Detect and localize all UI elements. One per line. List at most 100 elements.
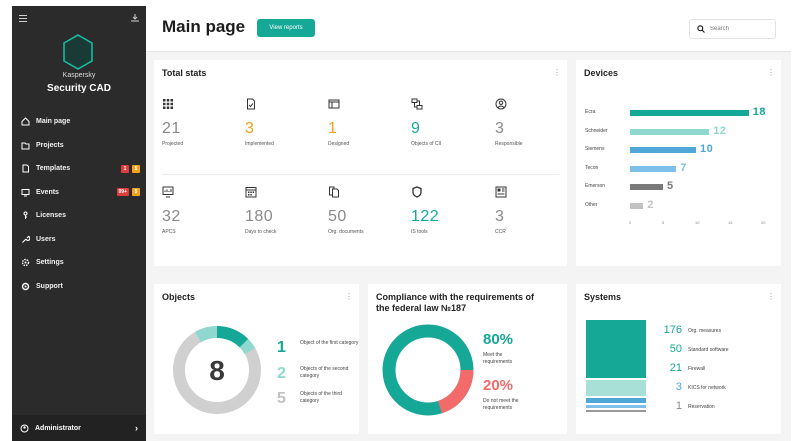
monitor-chart-icon <box>162 186 174 198</box>
stat-objects-cii: 9 Objects of CII <box>411 98 481 147</box>
sidebar-item-label: Support <box>36 282 63 290</box>
device-value: 5 <box>667 180 674 192</box>
device-bar <box>630 128 710 135</box>
gear-icon <box>20 258 30 268</box>
not-meet-label: Do not meet the requirements <box>483 398 519 411</box>
stat-value: 3 <box>245 120 255 137</box>
page-title: Main page <box>162 17 246 36</box>
key-icon <box>20 211 30 221</box>
more-options-icon[interactable]: ⋮ <box>345 292 353 301</box>
user-menu[interactable]: Administrator › <box>12 415 146 441</box>
legend-value: 1 <box>277 339 286 356</box>
system-value: 1 <box>675 400 682 412</box>
stat-value: 3 <box>495 208 505 225</box>
device-bar <box>630 202 644 209</box>
device-bar <box>630 147 696 153</box>
search-input[interactable] <box>710 26 770 32</box>
stat-apcs: 32 APCS <box>162 186 232 235</box>
total-stats-title: Total stats <box>162 68 207 78</box>
more-options-icon[interactable]: ⋮ <box>553 68 561 77</box>
objects-title: Objects <box>162 292 196 302</box>
axis-tick: 10 <box>695 220 700 225</box>
meet-label: Meet the requirements <box>483 352 513 365</box>
system-label: Firewall <box>688 366 706 372</box>
sidebar-item-projects[interactable]: Projects <box>12 134 146 158</box>
sidebar-item-templates[interactable]: Templates 1 5 <box>12 157 146 181</box>
support-icon <box>20 281 30 291</box>
sidebar-item-events[interactable]: Events 99+ 5 <box>12 181 146 205</box>
legend-label: Objects of the third category <box>300 391 342 404</box>
sidebar-item-label: Users <box>36 235 56 243</box>
sidebar-item-label: Settings <box>36 259 64 267</box>
stat-label: Org. documents <box>328 229 364 235</box>
view-reports-button[interactable]: View reports <box>257 19 315 37</box>
network-icon <box>411 98 423 110</box>
stat-value: 21 <box>162 120 181 137</box>
sidebar-top-bar <box>12 6 146 32</box>
objects-total: 8 <box>209 355 225 386</box>
sidebar-item-main-page[interactable]: Main page <box>12 110 146 134</box>
grid-icon <box>163 99 173 109</box>
stack-standard-software <box>586 380 646 396</box>
templates-alert-badge: 1 <box>121 164 129 173</box>
stat-value: 3 <box>495 120 505 137</box>
compliance-card: Compliance with the requirements of the … <box>368 284 567 434</box>
app-window: Kaspersky Security CAD Main page Project… <box>12 6 791 441</box>
device-label: Tecon <box>585 164 599 171</box>
templates-warning-badge: 5 <box>132 164 140 173</box>
axis-tick: 5 <box>662 220 665 225</box>
sidebar-item-settings[interactable]: Settings <box>12 251 146 275</box>
stat-ccr: 3 CCR <box>495 186 565 235</box>
device-value: 7 <box>680 161 687 174</box>
brand-product: Security CAD <box>47 83 111 94</box>
sidebar-item-label: Projects <box>36 141 64 149</box>
sidebar-item-users[interactable]: Users <box>12 228 146 252</box>
system-value: 21 <box>669 362 682 374</box>
stack-kics <box>586 405 646 408</box>
objects-donut-chart: 8 <box>173 326 261 414</box>
total-stats-card: Total stats ⋮ 21 Projected 3 Implemented… <box>154 60 567 266</box>
sidebar-item-label: Events <box>36 188 59 196</box>
stat-label: Implemented <box>245 141 274 147</box>
stat-value: 32 <box>162 208 181 225</box>
stat-label: Responsible <box>495 141 523 147</box>
system-label: Reservation <box>688 404 715 410</box>
stat-label: Days to check <box>245 229 277 235</box>
sidebar-item-label: Main page <box>36 118 71 126</box>
sidebar: Kaspersky Security CAD Main page Project… <box>12 6 146 441</box>
sidebar-item-support[interactable]: Support <box>12 275 146 299</box>
system-label: Org. measures <box>688 328 722 334</box>
wrench-icon <box>20 234 30 244</box>
stat-value: 9 <box>411 120 421 137</box>
download-icon[interactable] <box>131 13 139 25</box>
report-icon <box>495 186 507 198</box>
document-check-icon <box>247 98 255 110</box>
device-label: Other <box>585 201 598 208</box>
system-value: 50 <box>669 343 682 355</box>
user-icon <box>20 424 29 433</box>
stat-label: IS tools <box>411 229 428 235</box>
systems-title: Systems <box>584 292 622 302</box>
more-options-icon[interactable]: ⋮ <box>767 292 775 301</box>
shield-icon <box>412 186 422 198</box>
stat-label: APCS <box>162 229 176 235</box>
devices-card: Devices ⋮ Ecra 18 Schneider 12 Siemens 10 Teco… <box>576 60 781 266</box>
blueprint-icon <box>328 99 340 109</box>
search-box[interactable] <box>689 19 776 39</box>
device-label: Ecra <box>585 109 596 115</box>
legend-label: Objects of the second category <box>300 366 349 379</box>
stat-implemented: 3 Implemented <box>245 98 315 147</box>
device-value: 2 <box>647 198 654 211</box>
events-alert-badge: 99+ <box>116 188 129 197</box>
stack-reservation <box>586 410 646 412</box>
stat-org-documents: 50 Org. documents <box>328 186 398 235</box>
system-value: 3 <box>675 381 682 393</box>
device-value: 12 <box>713 124 727 137</box>
device-value: 18 <box>752 106 767 118</box>
menu-icon[interactable] <box>19 14 27 25</box>
device-value: 10 <box>700 143 714 155</box>
sidebar-item-label: Templates <box>36 165 71 173</box>
systems-card: Systems ⋮ 176 Org. measures 50 Standard … <box>576 284 781 434</box>
sidebar-item-licenses[interactable]: Licenses <box>12 204 146 228</box>
legend-value: 2 <box>277 365 286 382</box>
